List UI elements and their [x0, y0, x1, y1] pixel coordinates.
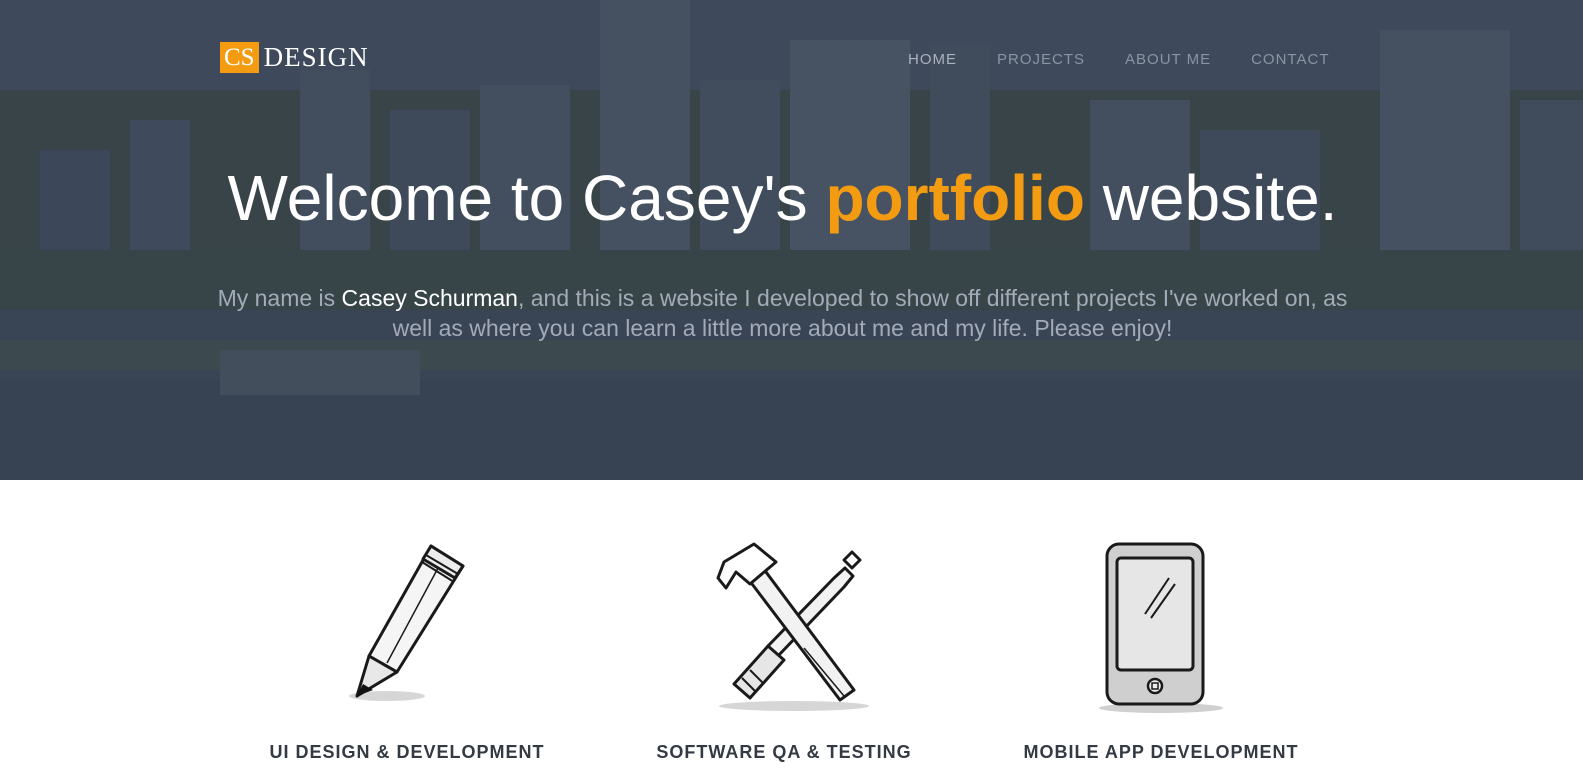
- logo-wordmark: DESIGN: [263, 42, 369, 72]
- nav-about-me-link[interactable]: ABOUT ME: [1125, 50, 1211, 70]
- pencil-icon: [349, 544, 465, 701]
- hero-title-end: website.: [1084, 162, 1338, 234]
- service-title: MOBILE APP DEVELOPMENT: [1023, 742, 1299, 762]
- services-section: UI DESIGN & DEVELOPMENT SOFTWARE QA & TE…: [0, 480, 1583, 782]
- nav-home-link[interactable]: HOME: [908, 50, 957, 70]
- hero-intro-name: Casey Schurman: [341, 285, 518, 311]
- nav-contact-link[interactable]: CONTACT: [1251, 50, 1329, 70]
- hero-intro: My name is Casey Schurman, and this is a…: [205, 283, 1360, 343]
- hero-section: CS DESIGN HOME PROJECTS ABOUT ME CONTACT…: [0, 0, 1583, 480]
- service-title: SOFTWARE QA & TESTING: [656, 742, 912, 762]
- smartphone-icon: [1099, 542, 1223, 713]
- nav-projects-link[interactable]: PROJECTS: [997, 50, 1085, 70]
- hero-title-start: Welcome to Casey's: [227, 162, 826, 234]
- site-logo[interactable]: CS DESIGN: [220, 42, 369, 73]
- hero-intro-start: My name is: [217, 285, 342, 311]
- hero-title-accent: portfolio: [825, 162, 1085, 234]
- service-title: UI DESIGN & DEVELOPMENT: [269, 742, 545, 762]
- hero-intro-end: , and this is a website I developed to s…: [392, 285, 1348, 341]
- hero-title: Welcome to Casey's portfolio website.: [0, 160, 1565, 236]
- main-nav: HOME PROJECTS ABOUT ME CONTACT: [908, 50, 1369, 70]
- logo-cs-badge: CS: [220, 42, 259, 73]
- tools-icon: [716, 542, 869, 711]
